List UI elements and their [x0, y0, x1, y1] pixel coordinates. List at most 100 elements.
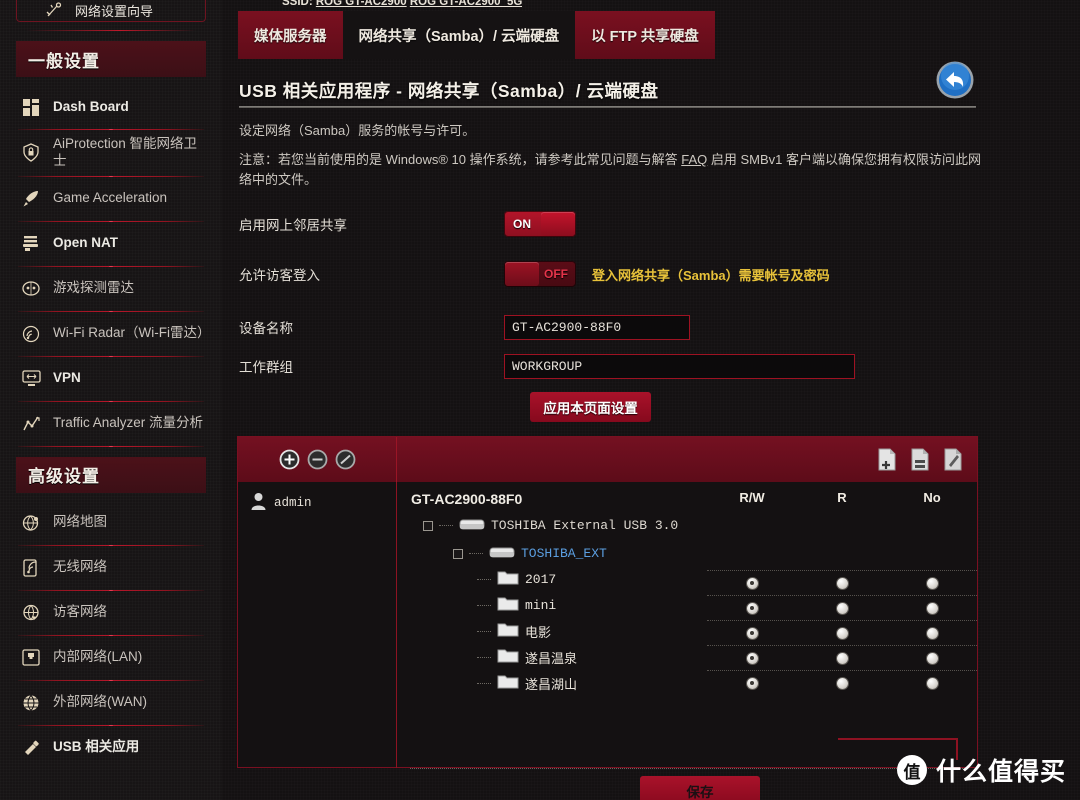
- panel-toolbar-left: [238, 437, 397, 482]
- sidebar-item-label: 无线网络: [53, 559, 107, 575]
- block-circle-icon[interactable]: [335, 449, 356, 470]
- shield-lock-icon: [20, 142, 42, 164]
- permission-cell-rw[interactable]: [707, 602, 797, 614]
- permission-cell-r[interactable]: [797, 627, 887, 639]
- permission-cell-rw[interactable]: [707, 577, 797, 589]
- edit-file-icon[interactable]: [943, 448, 963, 471]
- folder-icon: [497, 647, 519, 667]
- permission-cell-r[interactable]: [797, 677, 887, 689]
- add-folder-file-icon[interactable]: [877, 448, 897, 471]
- device-name-input[interactable]: [504, 314, 690, 340]
- tree-node-label: mini: [525, 597, 557, 613]
- ssid-bar: SSID: ROG GT-AC2900 ROG GT-AC2900_5G: [282, 0, 522, 8]
- radio-no[interactable]: [926, 577, 938, 589]
- title-divider: [239, 106, 976, 108]
- radio-no[interactable]: [926, 677, 938, 689]
- ssid-5g[interactable]: ROG GT-AC2900_5G: [410, 0, 522, 8]
- panel-body: admin GT-AC2900-88F0 TOSHIBA External US…: [238, 482, 977, 768]
- minus-circle-icon[interactable]: [307, 449, 328, 470]
- plus-circle-icon[interactable]: [279, 449, 300, 470]
- radio-r[interactable]: [836, 677, 848, 689]
- sidebar-item-wan[interactable]: 外部网络(WAN): [0, 681, 222, 725]
- permission-cell-no[interactable]: [887, 577, 977, 589]
- sidebar-item-game-acceleration[interactable]: Game Acceleration: [0, 177, 222, 221]
- permission-cell-r[interactable]: [797, 652, 887, 664]
- wifi-radar-icon: [20, 323, 42, 345]
- sidebar-item-wifi-radar[interactable]: Wi-Fi Radar（Wi-Fi雷达）: [0, 312, 222, 356]
- faq-link[interactable]: FAQ: [681, 152, 707, 167]
- tree-node-toshiba-external[interactable]: TOSHIBA External USB 3.0: [423, 516, 977, 535]
- sidebar-item-vpn[interactable]: VPN: [0, 357, 222, 401]
- radio-rw[interactable]: [746, 577, 758, 589]
- sidebar-item-network-wizard[interactable]: 网络设置向导: [16, 0, 206, 22]
- ssid-24[interactable]: ROG GT-AC2900: [316, 0, 407, 8]
- watermark: 值 什么值得买: [896, 752, 1066, 788]
- form-row-device-name: 设备名称: [239, 308, 984, 346]
- apply-settings-button[interactable]: 应用本页面设置: [530, 392, 651, 422]
- save-button[interactable]: 保存: [640, 776, 760, 800]
- sidebar-item-label: 游戏探测雷达: [53, 280, 134, 296]
- ssid-prefix: SSID:: [282, 0, 313, 8]
- sidebar-item-traffic-analyzer[interactable]: Traffic Analyzer 流量分析: [0, 402, 222, 446]
- watermark-text: 什么值得买: [935, 758, 1066, 786]
- list-item[interactable]: admin: [250, 492, 396, 514]
- radio-no[interactable]: [926, 627, 938, 639]
- tree-node-label: 电影: [525, 625, 552, 641]
- back-arrow-icon[interactable]: [935, 60, 975, 100]
- tab-samba-cloud-disk[interactable]: 网络共享（Samba）/ 云端硬盘: [342, 11, 576, 59]
- network-map-icon: [20, 512, 42, 534]
- radio-rw[interactable]: [746, 602, 758, 614]
- tab-media-server[interactable]: 媒体服务器: [238, 11, 343, 59]
- sidebar-item-open-nat[interactable]: Open NAT: [0, 222, 222, 266]
- tree-node-label: 遂昌温泉: [525, 651, 578, 667]
- sidebar-divider: [18, 445, 204, 447]
- tree-node-label[interactable]: TOSHIBA_EXT: [521, 546, 607, 561]
- sidebar-item-network-map[interactable]: 网络地图: [0, 501, 222, 545]
- radio-r[interactable]: [836, 602, 848, 614]
- permission-cell-rw[interactable]: [707, 652, 797, 664]
- main-content: SSID: ROG GT-AC2900 ROG GT-AC2900_5G 媒体服…: [222, 0, 1080, 800]
- wan-icon: [20, 692, 42, 714]
- radio-rw[interactable]: [746, 652, 758, 664]
- sidebar-item-label: Game Acceleration: [53, 190, 168, 206]
- sidebar-item-game-radar[interactable]: 游戏探测雷达: [0, 267, 222, 311]
- wireless-icon: [20, 557, 42, 579]
- table-row: [707, 570, 977, 595]
- expander-icon[interactable]: [453, 548, 463, 559]
- sidebar-item-label: 内部网络(LAN): [53, 649, 143, 665]
- permission-cell-no[interactable]: [887, 602, 977, 614]
- table-row: [707, 670, 977, 695]
- dashboard-icon: [20, 96, 42, 118]
- permission-cell-no[interactable]: [887, 627, 977, 639]
- radio-rw[interactable]: [746, 627, 758, 639]
- permission-column-no: No: [923, 490, 941, 505]
- radio-no[interactable]: [926, 602, 938, 614]
- permission-cell-no[interactable]: [887, 677, 977, 689]
- tree-node-toshiba-ext[interactable]: TOSHIBA_EXT: [453, 544, 977, 563]
- tree-connector: [477, 682, 491, 684]
- sidebar-item-dashboard[interactable]: Dash Board: [0, 85, 222, 129]
- tab-ftp-share[interactable]: 以 FTP 共享硬盘: [575, 11, 715, 59]
- allow-guest-login-toggle[interactable]: OFF: [504, 261, 576, 287]
- radio-no[interactable]: [926, 652, 938, 664]
- sidebar-item-guest-network[interactable]: 访客网络: [0, 591, 222, 635]
- sidebar-item-lan[interactable]: 内部网络(LAN): [0, 636, 222, 680]
- sidebar-item-aiprotection[interactable]: AiProtection 智能网络卫士: [0, 130, 222, 176]
- radio-r[interactable]: [836, 627, 848, 639]
- radio-r[interactable]: [836, 652, 848, 664]
- expander-icon[interactable]: [423, 520, 433, 531]
- sidebar-item-usb[interactable]: USB 相关应用: [0, 726, 222, 770]
- workgroup-input[interactable]: [504, 353, 855, 379]
- permission-cell-rw[interactable]: [707, 677, 797, 689]
- radio-rw[interactable]: [746, 677, 758, 689]
- traffic-analyzer-icon: [20, 413, 42, 435]
- sidebar-item-wireless[interactable]: 无线网络: [0, 546, 222, 590]
- permission-cell-r[interactable]: [797, 602, 887, 614]
- save-file-icon[interactable]: [910, 448, 930, 471]
- share-permission-panel: admin GT-AC2900-88F0 TOSHIBA External US…: [237, 436, 978, 800]
- permission-cell-rw[interactable]: [707, 627, 797, 639]
- permission-cell-no[interactable]: [887, 652, 977, 664]
- permission-cell-r[interactable]: [797, 577, 887, 589]
- radio-r[interactable]: [836, 577, 848, 589]
- enable-network-neighborhood-toggle[interactable]: ON: [504, 211, 576, 237]
